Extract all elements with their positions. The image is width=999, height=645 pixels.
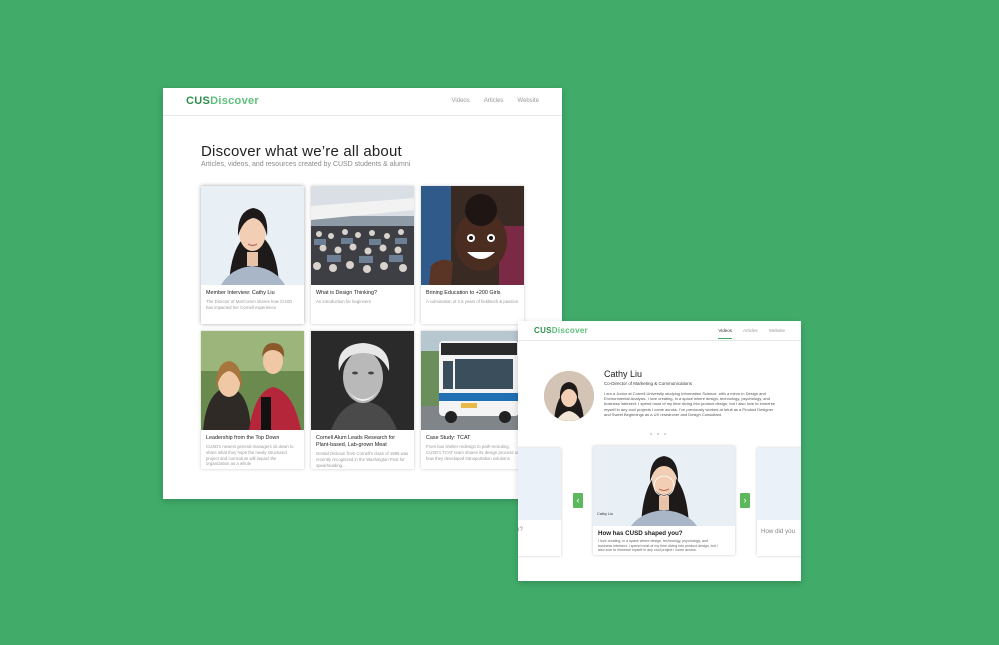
chevron-right-icon[interactable]: › <box>740 493 750 508</box>
nav: Videos Articles Website <box>718 328 785 339</box>
profile-role: Co-Director of Marketing & Communication… <box>604 381 693 386</box>
avatar <box>544 371 594 421</box>
card-image-portrait <box>201 186 304 285</box>
card-desc: The Director of MarComm shares how CUSD … <box>206 299 293 310</box>
next-card-question: How did you <box>761 528 796 535</box>
nav-website[interactable]: Website <box>769 328 785 339</box>
logo-cus: CUS <box>534 326 552 335</box>
card-question: How has CUSD shaped you? <box>598 530 683 537</box>
article-card-education[interactable]: Brining Education to +200 Girls A culmin… <box>421 186 524 324</box>
carousel-card-prev[interactable]: u? <box>518 448 561 556</box>
profile-bio: I am a Junior at Cornell University stud… <box>604 391 775 417</box>
logo[interactable]: CUSDiscover <box>534 326 588 335</box>
page-title: Discover what we’re all about <box>201 143 402 160</box>
card-title: Cornell Alum Leads Research for Plant-ba… <box>316 435 396 449</box>
nav-videos[interactable]: Videos <box>452 98 470 104</box>
nav-articles[interactable]: Articles <box>484 98 504 104</box>
page-subtitle: Articles, videos, and resources created … <box>201 161 411 168</box>
card-title: Case Study: TCAT <box>426 435 471 441</box>
header: CUSDiscover Videos Articles Website <box>163 88 562 116</box>
card-title: What is Design Thinking? <box>316 290 378 296</box>
chevron-left-icon[interactable]: ‹ <box>573 493 583 508</box>
card-image-elder <box>311 331 414 430</box>
logo-discover: Discover <box>210 95 259 107</box>
article-card-tcat[interactable]: Case Study: TCAT From bus shelter redesi… <box>421 331 524 469</box>
logo-discover: Discover <box>551 326 588 335</box>
article-card-cathy[interactable]: Member Interview: Cathy Liu The Director… <box>201 186 304 324</box>
card-desc: Gerald Dickson from Cornell's class of 1… <box>316 451 409 468</box>
card-image-auditorium <box>311 186 414 285</box>
card-image-two-students <box>201 331 304 430</box>
profile-name: Cathy Liu <box>604 369 643 379</box>
carousel-card-active[interactable]: Cathy Liu How has CUSD shaped you? I lov… <box>593 446 735 555</box>
profile-page-mockup: CUSDiscover Videos Articles Website Cath… <box>518 321 801 581</box>
nav: Videos Articles Website <box>452 98 540 104</box>
article-card-design-thinking[interactable]: What is Design Thinking? An introduction… <box>311 186 414 324</box>
card-image-bus <box>421 331 524 430</box>
card-title: Leadership from the Top Down <box>206 435 280 441</box>
card-image-portrait <box>593 446 735 526</box>
header: CUSDiscover Videos Articles Website <box>518 321 801 341</box>
nav-videos[interactable]: Videos <box>718 328 733 339</box>
card-tag: Cathy Liu <box>597 512 614 516</box>
logo-cus: CUS <box>186 95 211 107</box>
prev-card-question: u? <box>518 526 523 533</box>
article-card-leadership[interactable]: Leadership from the Top Down CUSD's newe… <box>201 331 304 469</box>
card-title: Member Interview: Cathy Liu <box>206 290 275 296</box>
discover-page-mockup: CUSDiscover Videos Articles Website Disc… <box>163 88 562 499</box>
card-desc: CUSD's newest general managers sit down … <box>206 444 294 467</box>
card-desc: From bus shelter redesign to path-rerout… <box>426 444 520 461</box>
card-text: I love creating, in a space where design… <box>598 539 718 553</box>
carousel-card-next[interactable]: How did you <box>757 448 801 556</box>
card-title: Brining Education to +200 Girls <box>426 290 501 296</box>
carousel-dots[interactable] <box>650 433 666 435</box>
nav-articles[interactable]: Articles <box>743 328 758 339</box>
card-desc: A culmination of 2.5 years of fieldwork … <box>426 299 519 304</box>
article-card-lab-meat[interactable]: Cornell Alum Leads Research for Plant-ba… <box>311 331 414 469</box>
card-desc: An introduction for beginners <box>316 299 371 304</box>
card-image-girl <box>421 186 524 285</box>
nav-website[interactable]: Website <box>517 98 539 104</box>
logo[interactable]: CUSDiscover <box>186 95 259 107</box>
